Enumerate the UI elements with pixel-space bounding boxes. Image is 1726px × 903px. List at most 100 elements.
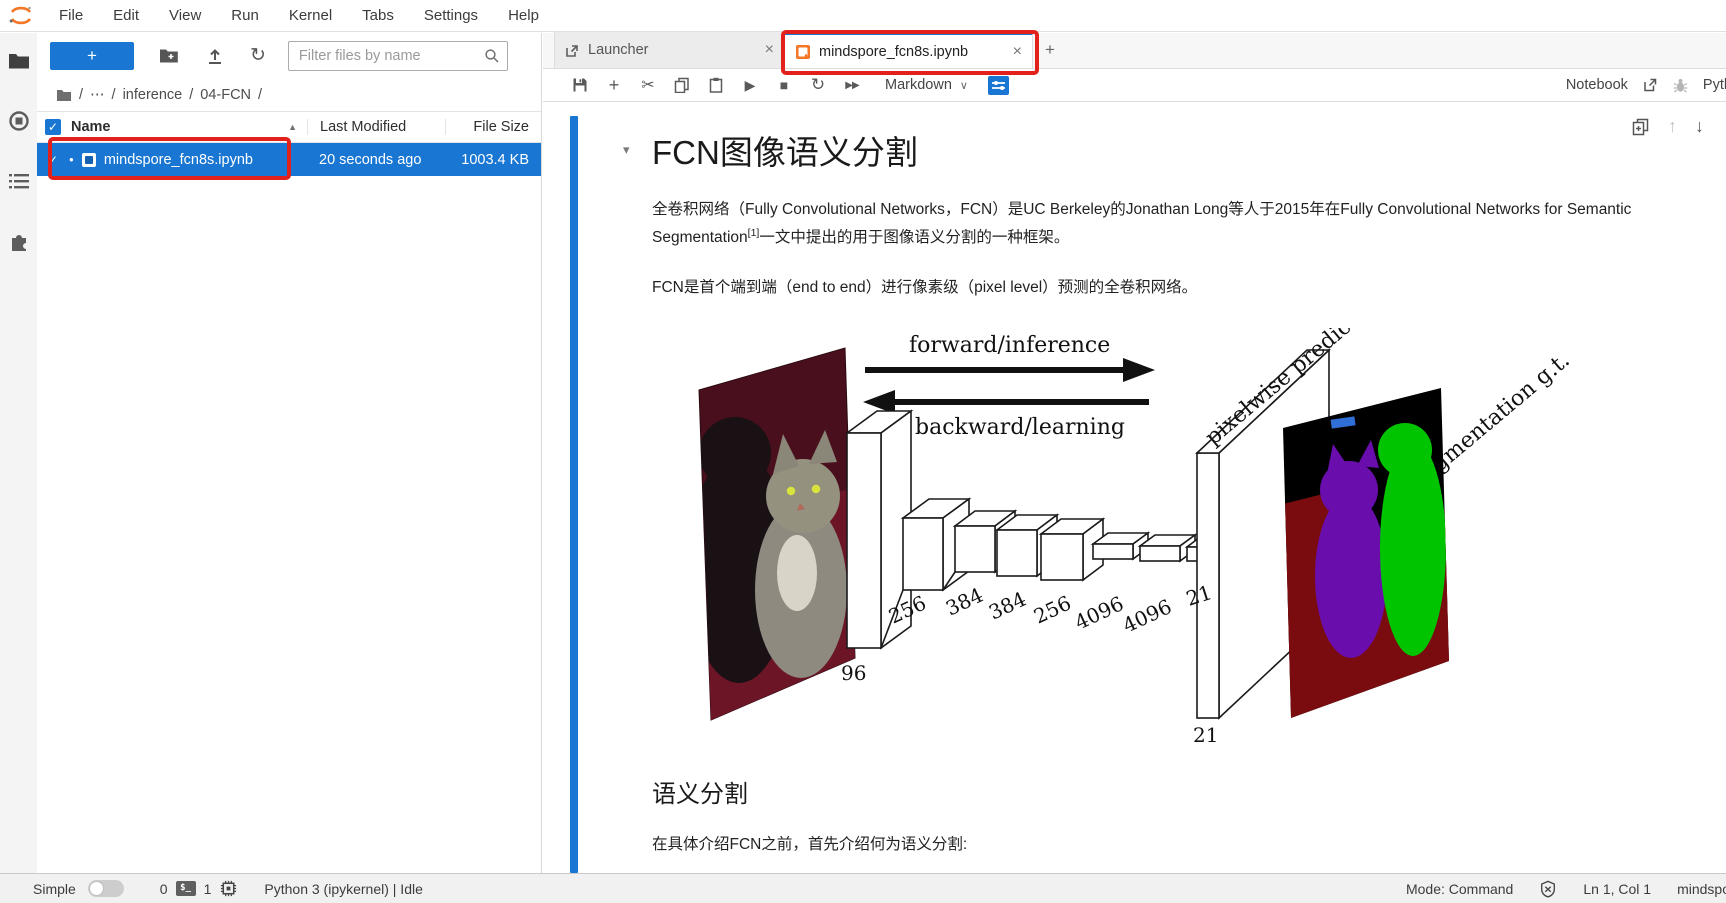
search-icon — [484, 48, 500, 64]
svg-text:384: 384 — [942, 582, 987, 620]
svg-text:256: 256 — [1030, 590, 1075, 628]
home-folder-icon[interactable] — [56, 89, 72, 102]
simple-mode-label: Simple — [33, 881, 76, 897]
file-modified-cell: 20 seconds ago — [307, 152, 445, 168]
column-header-modified[interactable]: Last Modified — [307, 119, 445, 135]
external-link-icon[interactable] — [1642, 77, 1658, 93]
debugger-bug-icon[interactable] — [1672, 77, 1689, 94]
toggle-knob — [89, 881, 104, 896]
close-tab-icon[interactable]: × — [765, 41, 774, 59]
breadcrumb-item-04-fcn[interactable]: 04-FCN — [200, 87, 251, 103]
cut-cells-icon[interactable]: ✂ — [631, 72, 665, 98]
kernel-name-truncated[interactable]: Pytho — [1703, 77, 1726, 93]
svg-text:21: 21 — [1193, 723, 1218, 747]
upload-icon[interactable] — [204, 45, 226, 67]
kernel-status[interactable]: Python 3 (ipykernel) | Idle — [264, 881, 423, 897]
column-header-size[interactable]: File Size — [445, 119, 541, 135]
column-header-name[interactable]: Name ▲ — [61, 119, 307, 135]
notebook-content: ▾ ↑ ↓ FCN图像语义分割 全卷积网络（Fully Convolutiona… — [543, 102, 1726, 873]
menu-file[interactable]: File — [44, 0, 98, 32]
segmentation-image — [1283, 388, 1449, 718]
input-photo — [697, 348, 862, 728]
jupyter-logo — [8, 4, 34, 28]
file-browser-icon[interactable] — [0, 49, 37, 73]
notebook-toolbar: + ✂ ▶ ■ ↻ ▶▶ Markdown ∨ Notebook — [543, 69, 1726, 102]
paragraph-text: 一文中提出的用于图像语义分割的一种框架。 — [759, 229, 1069, 246]
command-mode-indicator[interactable]: Mode: Command — [1406, 881, 1513, 897]
svg-text:backward/learning: backward/learning — [915, 415, 1125, 440]
tab-notebook-active[interactable]: mindspore_fcn8s.ipynb × — [785, 32, 1033, 68]
menu-settings[interactable]: Settings — [409, 0, 493, 32]
running-sessions-icon[interactable] — [0, 109, 37, 133]
file-name-cell: ● mindspore_fcn8s.ipynb — [61, 152, 307, 168]
copy-cells-icon[interactable] — [665, 72, 699, 98]
menubar: File Edit View Run Kernel Tabs Settings … — [0, 0, 1726, 32]
footnote-ref: [1] — [748, 227, 760, 239]
new-launcher-button[interactable]: + — [50, 42, 134, 70]
paste-cells-icon[interactable] — [699, 72, 733, 98]
launcher-icon — [565, 43, 580, 58]
row-checkbox[interactable]: ✓ — [45, 153, 61, 167]
menu-kernel[interactable]: Kernel — [274, 0, 347, 32]
save-icon[interactable] — [563, 72, 597, 98]
tab-notebook-label: mindspore_fcn8s.ipynb — [819, 44, 968, 60]
file-row-selected[interactable]: ✓ ● mindspore_fcn8s.ipynb 20 seconds ago… — [37, 143, 541, 176]
menu-help[interactable]: Help — [493, 0, 554, 32]
new-tab-button[interactable]: + — [1033, 32, 1067, 68]
insert-cell-icon[interactable]: + — [597, 72, 631, 98]
active-cell-indicator[interactable] — [570, 116, 578, 873]
menu-run[interactable]: Run — [216, 0, 274, 32]
statusbar-left: Simple 0 $_ 1 Python 3 (ipykernel) | Idl… — [0, 879, 423, 898]
refresh-icon[interactable]: ↻ — [250, 45, 266, 67]
shield-x-icon[interactable] — [1539, 880, 1557, 898]
cell-type-value: Markdown — [885, 77, 952, 93]
select-all-checkbox[interactable]: ✓ — [45, 119, 61, 135]
heading-collapser-icon[interactable]: ▾ — [623, 142, 630, 158]
notebook-label: Notebook — [1566, 77, 1628, 93]
close-tab-icon[interactable]: × — [1013, 43, 1022, 61]
simple-mode-toggle[interactable] — [88, 880, 124, 897]
breadcrumb-sep: / — [79, 87, 83, 103]
file-browser-toolbar: + ↻ — [37, 33, 541, 79]
section-heading: 语义分割 — [652, 774, 1712, 809]
stop-kernel-icon[interactable]: ■ — [767, 72, 801, 98]
restart-kernel-icon[interactable]: ↻ — [801, 72, 835, 98]
new-folder-icon[interactable] — [158, 45, 180, 67]
breadcrumb-sep: / — [258, 87, 262, 103]
cursor-position[interactable]: Ln 1, Col 1 — [1583, 881, 1651, 897]
kernels-count: 1 — [204, 881, 212, 897]
tab-bar: Launcher × mindspore_fcn8s.ipynb × + — [543, 33, 1726, 69]
breadcrumb-ellipsis[interactable]: ⋯ — [90, 87, 105, 103]
filter-files-input[interactable] — [288, 41, 508, 71]
main-dock-panel: Launcher × mindspore_fcn8s.ipynb × + + ✂… — [543, 33, 1726, 873]
breadcrumb-sep: / — [112, 87, 116, 103]
notebook-tab-icon — [795, 44, 811, 60]
menu-edit[interactable]: Edit — [98, 0, 154, 32]
unsaved-dot: ● — [69, 155, 74, 164]
kernel-chip-icon[interactable] — [219, 879, 238, 898]
sort-ascending-icon: ▲ — [288, 122, 297, 132]
restart-run-all-icon[interactable]: ▶▶ — [835, 72, 869, 98]
cell-type-dropdown[interactable]: Markdown ∨ — [879, 77, 974, 93]
notebook-file-icon — [81, 152, 97, 168]
breadcrumb-item-inference[interactable]: inference — [123, 87, 183, 103]
breadcrumb-sep: / — [189, 87, 193, 103]
statusbar-right: Mode: Command Ln 1, Col 1 mindspo — [1406, 880, 1726, 898]
paragraph-end-to-end: FCN是首个端到端（end to end）进行像素级（pixel level）预… — [652, 274, 1708, 302]
toolbar-right: Notebook Pytho — [1566, 77, 1726, 94]
markdown-cell[interactable]: FCN图像语义分割 全卷积网络（Fully Convolutional Netw… — [652, 102, 1712, 873]
fcn-architecture-figure: forward/inference backward/learning — [697, 328, 1597, 748]
paragraph-semantic-intro: 在具体介绍FCN之前，首先介绍何为语义分割: — [652, 831, 1708, 859]
table-of-contents-icon[interactable] — [0, 169, 37, 193]
notebook-title: FCN图像语义分割 — [652, 126, 1712, 174]
notebook-tools-icon[interactable] — [982, 72, 1016, 98]
extensions-icon[interactable] — [0, 229, 37, 253]
tab-launcher[interactable]: Launcher × — [554, 32, 785, 68]
run-cell-icon[interactable]: ▶ — [733, 72, 767, 98]
svg-text:4096: 4096 — [1119, 594, 1175, 637]
terminal-icon[interactable]: $_ — [176, 881, 196, 896]
menu-tabs[interactable]: Tabs — [347, 0, 409, 32]
menu-view[interactable]: View — [154, 0, 216, 32]
svg-text:384: 384 — [985, 586, 1030, 624]
file-name-label: mindspore_fcn8s.ipynb — [104, 152, 253, 168]
